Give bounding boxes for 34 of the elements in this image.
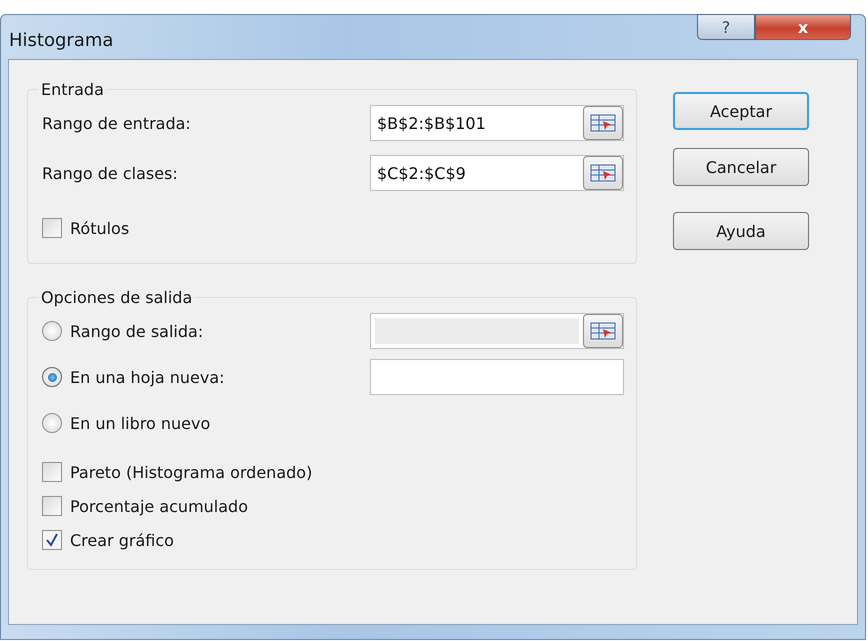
radio-button[interactable] [42,321,62,341]
range-picker-button[interactable] [583,106,623,140]
range-picker-button[interactable] [583,156,623,190]
checkbox-label: Porcentaje acumulado [70,496,248,516]
grid-icon [590,113,616,133]
checkbox[interactable] [42,530,62,550]
radio-button[interactable] [42,413,62,433]
dialog-button[interactable]: Ayuda [673,212,809,250]
checkbox-label: Rótulos [70,218,130,238]
grid-icon [590,321,616,341]
sheet-name-field[interactable] [370,359,624,395]
range-field[interactable] [370,313,624,349]
radio-button[interactable] [42,367,62,387]
radio-label: Rango de salida: [70,322,204,340]
help-button[interactable]: ? [697,14,755,40]
range-field[interactable]: $B$2:$B$101 [370,105,624,141]
close-button[interactable]: x [755,14,851,40]
range-picker-button[interactable] [583,314,623,348]
checkbox[interactable] [42,462,62,482]
radio-label: En un libro nuevo [70,414,210,432]
dialog-button[interactable]: Aceptar [673,92,809,130]
group-title: Entrada [40,80,105,99]
checkbox[interactable] [42,218,62,238]
group-title: Opciones de salida [40,288,194,307]
checkbox[interactable] [42,496,62,516]
checkbox-label: Pareto (Histograma ordenado) [70,462,312,482]
window-title: Histograma [9,28,114,50]
range-field[interactable]: $C$2:$C$9 [370,155,624,191]
grid-icon [590,163,616,183]
dialog-button[interactable]: Cancelar [673,148,809,186]
field-label: Rango de entrada: [41,114,191,132]
radio-label: En una hoja nueva: [70,368,225,386]
checkbox-label: Crear gráfico [70,530,174,550]
field-label: Rango de clases: [41,164,178,182]
